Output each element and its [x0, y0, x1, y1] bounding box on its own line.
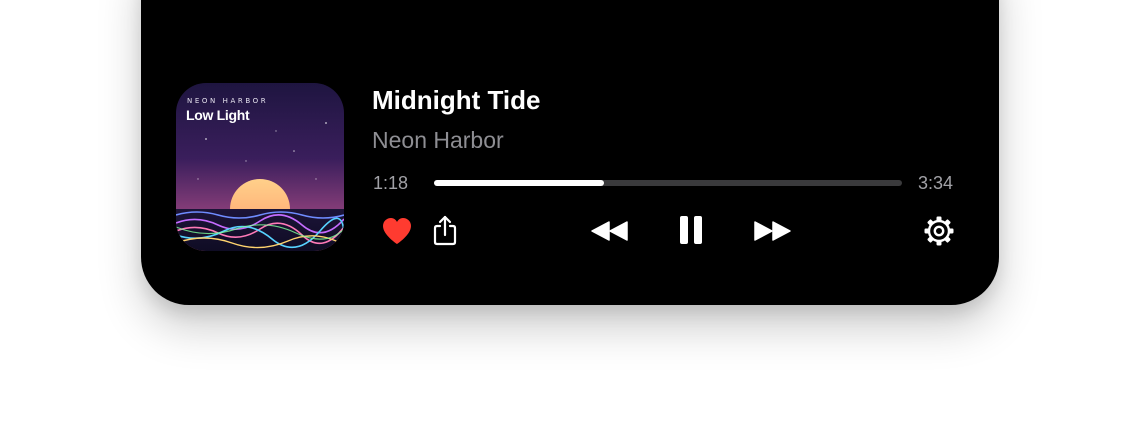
track-title: Midnight Tide: [372, 85, 541, 115]
album-art-artist-text: NEON HARBOR: [187, 97, 269, 105]
share-button[interactable]: [428, 212, 462, 248]
progress-bar[interactable]: [434, 180, 902, 186]
heart-icon: [383, 218, 411, 244]
rewind-icon: [591, 221, 628, 241]
fast-forward-icon: [754, 221, 791, 241]
next-track-button[interactable]: [750, 214, 794, 248]
track-artist[interactable]: Neon Harbor: [372, 127, 504, 154]
progress-fill: [434, 180, 604, 186]
settings-button[interactable]: [920, 212, 958, 250]
previous-track-button[interactable]: [588, 214, 632, 248]
elapsed-time: 1:18: [373, 173, 409, 193]
pause-icon: [680, 216, 702, 244]
gear-icon: [924, 216, 954, 246]
album-art[interactable]: NEON HARBOR Low Light: [176, 83, 344, 251]
album-art-title-text: Low Light: [186, 107, 250, 123]
total-time: 3:34: [918, 173, 954, 193]
play-pause-button[interactable]: [674, 210, 708, 250]
share-icon: [433, 215, 457, 246]
favorite-button[interactable]: [380, 214, 414, 248]
